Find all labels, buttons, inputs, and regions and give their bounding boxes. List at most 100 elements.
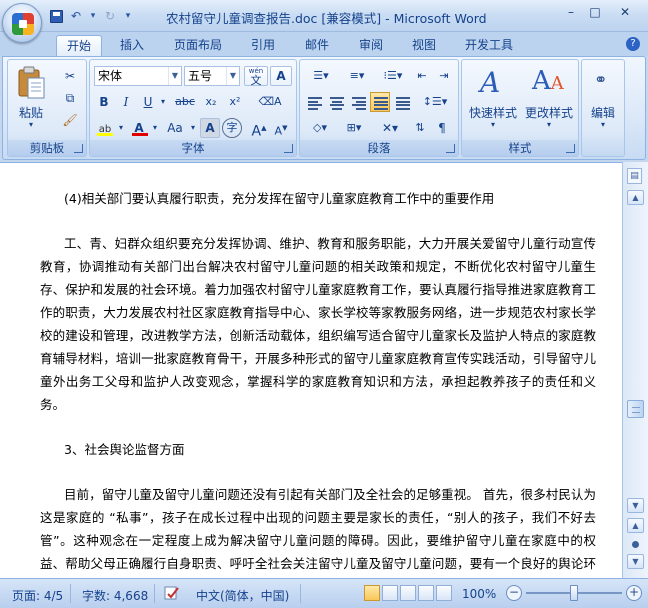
show-marks-button[interactable]: ¶: [432, 118, 452, 138]
full-screen-reading-view-button[interactable]: [382, 585, 398, 601]
editing-group: ⚭ 编辑 ▾: [581, 59, 625, 157]
word-count[interactable]: 字数: 4,668: [82, 587, 148, 604]
numbering-button[interactable]: ≡▾: [340, 66, 374, 86]
scroll-down-icon[interactable]: ▼: [627, 498, 644, 513]
page-indicator[interactable]: 页面: 4/5: [12, 587, 63, 604]
zoom-slider-thumb[interactable]: [570, 585, 578, 601]
tab-mailings[interactable]: 邮件: [296, 35, 338, 56]
paste-button[interactable]: 粘贴 ▾: [14, 64, 48, 132]
bullets-button[interactable]: ☰▾: [304, 66, 338, 86]
tab-review[interactable]: 审阅: [350, 35, 392, 56]
proofing-icon[interactable]: [164, 586, 180, 600]
change-styles-button[interactable]: AA 更改样式 ▾: [522, 64, 576, 136]
increase-indent-button[interactable]: ⇥: [434, 66, 454, 86]
office-button[interactable]: [2, 3, 42, 43]
help-icon[interactable]: ?: [626, 37, 640, 51]
zoom-in-button[interactable]: +: [626, 585, 642, 601]
tab-home[interactable]: 开始: [56, 35, 102, 56]
font-name-combo[interactable]: 宋体 ▼: [94, 66, 182, 86]
tab-insert[interactable]: 插入: [110, 35, 154, 56]
highlight-dropdown-icon[interactable]: ▾: [116, 118, 126, 138]
select-browse-object-icon[interactable]: [632, 541, 639, 548]
language-indicator[interactable]: 中文(简体，中国): [196, 587, 289, 604]
underline-button[interactable]: U: [138, 92, 158, 112]
shading-button[interactable]: ◇▾: [304, 118, 336, 138]
document-page[interactable]: (4)相关部门要认真履行职责，充分发挥在留守儿童家庭教育工作中的重要作用 工、青…: [0, 162, 622, 578]
character-shading-button[interactable]: A: [200, 118, 220, 138]
cut-icon[interactable]: ✂: [60, 66, 80, 86]
tab-page-layout[interactable]: 页面布局: [166, 35, 230, 56]
strikethrough-button[interactable]: abc: [172, 92, 198, 112]
paragraph-launcher-icon[interactable]: [446, 144, 455, 153]
view-ruler-icon[interactable]: ▤: [627, 168, 642, 184]
bold-button[interactable]: B: [94, 92, 114, 112]
character-border-button[interactable]: A: [270, 66, 292, 86]
print-layout-view-button[interactable]: [364, 585, 380, 601]
superscript-button[interactable]: x²: [224, 92, 246, 112]
distributed-button[interactable]: [392, 92, 412, 112]
maximize-button[interactable]: □: [584, 4, 606, 22]
sort-button[interactable]: ⇅: [410, 118, 430, 138]
vertical-scrollbar[interactable]: ▤ ▲ ▼ ▲ ▼: [622, 162, 648, 578]
font-name-dropdown-icon[interactable]: ▼: [168, 67, 181, 85]
customize-qat-icon[interactable]: ▾: [123, 8, 133, 24]
align-left-button[interactable]: [304, 92, 324, 112]
clipboard-launcher-icon[interactable]: [74, 144, 83, 153]
tab-references[interactable]: 引用: [242, 35, 284, 56]
scroll-up-icon[interactable]: ▲: [627, 190, 644, 205]
quick-access-toolbar: ↶ ▾ ↻ ▾: [50, 7, 133, 25]
web-layout-view-button[interactable]: [400, 585, 416, 601]
change-case-dropdown-icon[interactable]: ▾: [188, 118, 198, 138]
subscript-button[interactable]: x₂: [200, 92, 222, 112]
align-center-button[interactable]: [326, 92, 346, 112]
italic-button[interactable]: I: [116, 92, 136, 112]
quick-styles-button[interactable]: A 快速样式 ▾: [466, 64, 520, 136]
document-heading: (4)相关部门要认真履行职责，充分发挥在留守儿童家庭教育工作中的重要作用: [64, 191, 495, 206]
zoom-out-button[interactable]: −: [506, 585, 522, 601]
shrink-font-button[interactable]: A▼: [270, 118, 292, 138]
underline-dropdown-icon[interactable]: ▾: [158, 92, 168, 112]
editing-button[interactable]: ⚭ 编辑 ▾: [584, 64, 622, 136]
borders-button[interactable]: ⊞▾: [338, 118, 370, 138]
change-case-button[interactable]: Aa: [162, 118, 188, 138]
font-size-dropdown-icon[interactable]: ▼: [226, 67, 239, 85]
undo-dropdown-icon[interactable]: ▾: [89, 8, 97, 24]
zoom-level[interactable]: 100%: [462, 587, 496, 601]
font-launcher-icon[interactable]: [284, 144, 293, 153]
tab-developer[interactable]: 开发工具: [456, 35, 522, 56]
styles-launcher-icon[interactable]: [566, 144, 575, 153]
align-right-button[interactable]: [348, 92, 368, 112]
format-painter-icon[interactable]: 🖌: [60, 110, 80, 130]
font-group-label: 字体: [90, 140, 296, 156]
chinese-layout-button[interactable]: ✕▾: [374, 118, 406, 138]
next-page-icon[interactable]: ▼: [627, 554, 644, 569]
document-body[interactable]: (4)相关部门要认真履行职责，充分发挥在留守儿童家庭教育工作中的重要作用 工、青…: [40, 187, 596, 578]
clear-formatting-button[interactable]: ⌫A: [248, 92, 292, 112]
outline-view-button[interactable]: [418, 585, 434, 601]
grow-font-button[interactable]: A▲: [248, 118, 270, 140]
save-icon[interactable]: [50, 9, 63, 23]
phonetic-guide-button[interactable]: wén 文: [244, 66, 268, 86]
clipboard-group: 粘贴 ▾ ✂ ⧉ 🖌 剪贴板: [7, 59, 87, 157]
highlight-button[interactable]: ab: [94, 118, 116, 138]
font-size-combo[interactable]: 五号 ▼: [184, 66, 240, 86]
copy-icon[interactable]: ⧉: [60, 88, 80, 108]
scroll-thumb[interactable]: [627, 400, 644, 418]
minimize-button[interactable]: –: [560, 4, 582, 22]
undo-icon[interactable]: ↶: [67, 8, 85, 24]
font-color-dropdown-icon[interactable]: ▾: [150, 118, 160, 138]
decrease-indent-button[interactable]: ⇤: [412, 66, 432, 86]
multilevel-list-button[interactable]: ⁝☰▾: [376, 66, 410, 86]
paragraph-group-label: 段落: [300, 140, 458, 156]
enclose-characters-button[interactable]: 字: [222, 118, 242, 138]
draft-view-button[interactable]: [436, 585, 452, 601]
justify-button[interactable]: [370, 92, 390, 112]
previous-page-icon[interactable]: ▲: [627, 518, 644, 533]
close-button[interactable]: ✕: [608, 4, 642, 22]
binoculars-icon: ⚭: [594, 70, 608, 89]
tab-view[interactable]: 视图: [403, 35, 445, 56]
font-color-button[interactable]: A: [128, 118, 150, 138]
paste-dropdown-icon[interactable]: ▾: [14, 120, 48, 129]
redo-icon[interactable]: ↻: [101, 8, 119, 24]
line-spacing-button[interactable]: ↕☰▾: [418, 92, 452, 112]
